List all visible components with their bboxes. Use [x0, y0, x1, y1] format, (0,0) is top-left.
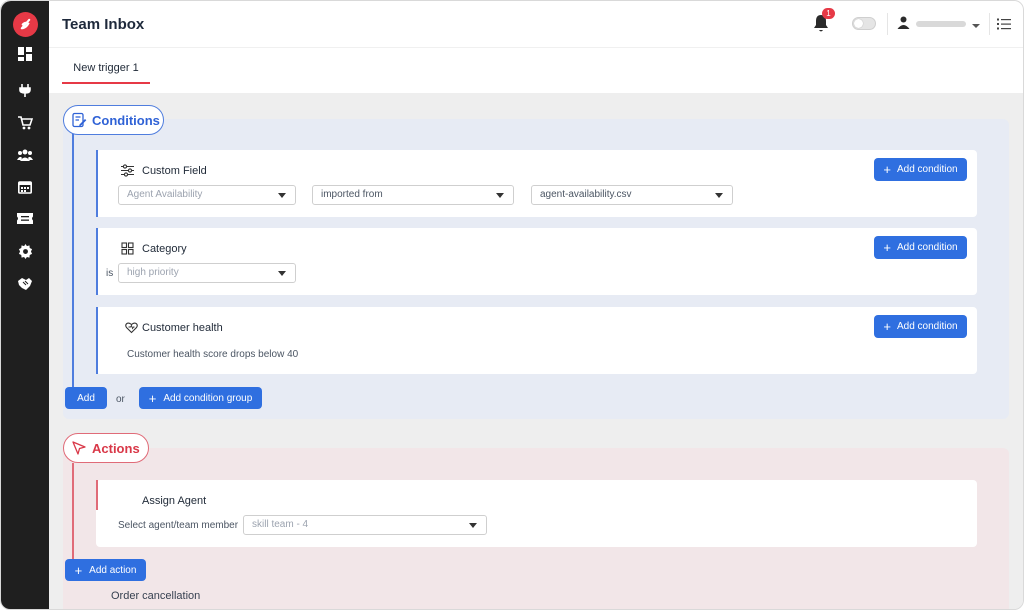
plug-icon[interactable]	[15, 80, 35, 100]
or-label: or	[116, 394, 125, 405]
list-menu-icon[interactable]	[997, 17, 1011, 31]
trigger-editor: Conditions Custom Field + Add condition …	[49, 93, 1023, 609]
calendar-icon[interactable]	[15, 177, 35, 197]
plus-icon: +	[883, 240, 891, 255]
add-action-button[interactable]: + Add action	[65, 559, 146, 581]
condition-card-category: Category + Add condition is high priorit…	[96, 228, 977, 295]
select-value: high priority	[127, 267, 179, 278]
add-condition-group-button[interactable]: + Add condition group	[139, 387, 262, 409]
actions-label-pill: Actions	[63, 433, 149, 463]
topbar: Team Inbox 1	[49, 1, 1023, 47]
condition-card-customer-health: Customer health + Add condition Customer…	[96, 307, 977, 374]
is-label: is	[106, 268, 114, 279]
condition-card-title: Category	[142, 243, 187, 255]
conditions-label-pill: Conditions	[63, 105, 164, 135]
page-title: Team Inbox	[62, 16, 145, 33]
ticket-icon[interactable]	[15, 208, 35, 228]
caret-down-icon	[278, 271, 286, 276]
trigger-name-text: Order cancellation	[111, 590, 201, 602]
conditions-label: Conditions	[92, 112, 160, 128]
grid-icon	[121, 242, 134, 255]
add-condition-label: Add condition	[896, 242, 958, 253]
agent-select[interactable]: skill team - 4	[243, 515, 487, 535]
select-value: Agent Availability	[127, 189, 203, 200]
condition-card-title: Custom Field	[142, 165, 207, 177]
select-value: agent-availability.csv	[540, 189, 632, 200]
condition-card-custom-field: Custom Field + Add condition Agent Avail…	[96, 150, 977, 217]
conditions-connector-line	[72, 133, 74, 387]
add-condition-label: Add condition	[896, 164, 958, 175]
edit-note-icon	[71, 112, 87, 128]
operator-select[interactable]: imported from	[312, 185, 514, 205]
heart-icon	[125, 321, 138, 334]
card-accent	[96, 150, 98, 217]
notification-badge: 1	[822, 8, 835, 19]
caret-down-icon	[715, 193, 723, 198]
add-condition-button[interactable]: + Add condition	[874, 236, 967, 259]
plus-icon: +	[883, 162, 891, 177]
sliders-icon	[121, 164, 134, 177]
cursor-pointer-icon	[71, 440, 87, 456]
add-action-label: Add action	[89, 564, 137, 576]
tab-new-trigger-1[interactable]: New trigger 1	[62, 62, 150, 84]
add-condition-and-button[interactable]: Add	[65, 387, 107, 409]
caret-down-icon	[496, 193, 504, 198]
plus-icon: +	[74, 562, 83, 578]
add-label: Add	[77, 392, 95, 404]
cart-icon[interactable]	[15, 113, 35, 133]
tab-strip: New trigger 1	[49, 47, 1023, 93]
select-value: imported from	[321, 189, 383, 200]
card-accent	[96, 480, 98, 510]
plus-icon: +	[883, 319, 891, 334]
action-card-assign-agent: Assign Agent Select agent/team member sk…	[96, 480, 977, 547]
source-file-select[interactable]: agent-availability.csv	[531, 185, 733, 205]
action-card-title: Assign Agent	[142, 495, 207, 507]
plus-icon: +	[148, 390, 157, 406]
condition-description: Customer health score drops below 40	[127, 349, 299, 360]
app-logo-icon[interactable]	[13, 12, 38, 37]
dashboard-icon[interactable]	[15, 44, 35, 64]
select-value: skill team - 4	[252, 519, 309, 530]
status-toggle[interactable]	[852, 17, 876, 30]
caret-down-icon	[278, 193, 286, 198]
settings-gear-icon[interactable]	[15, 241, 35, 261]
add-condition-button[interactable]: + Add condition	[874, 158, 967, 181]
actions-connector-line	[72, 463, 74, 560]
custom-field-select[interactable]: Agent Availability	[118, 185, 296, 205]
category-select[interactable]: high priority	[118, 263, 296, 283]
add-condition-group-label: Add condition group	[163, 392, 253, 404]
sidebar	[1, 1, 49, 609]
toggle-knob	[854, 19, 863, 28]
caret-down-icon	[469, 523, 477, 528]
select-agent-label: Select agent/team member	[118, 520, 239, 531]
app-window: Team Inbox 1 New trigger 1 Conditions Cu…	[0, 0, 1024, 610]
handshake-icon[interactable]	[15, 274, 35, 294]
card-accent	[96, 307, 98, 374]
divider	[887, 13, 888, 35]
chevron-down-icon[interactable]	[971, 18, 981, 28]
active-tab-indicator	[62, 82, 150, 84]
card-accent	[96, 228, 98, 295]
actions-label: Actions	[92, 440, 140, 456]
user-avatar-icon[interactable]	[897, 16, 911, 30]
divider	[989, 13, 990, 35]
add-condition-button[interactable]: + Add condition	[874, 315, 967, 338]
condition-card-title: Customer health	[142, 322, 223, 334]
team-icon[interactable]	[15, 145, 35, 165]
add-condition-label: Add condition	[896, 321, 958, 332]
user-name-placeholder[interactable]	[916, 21, 966, 27]
